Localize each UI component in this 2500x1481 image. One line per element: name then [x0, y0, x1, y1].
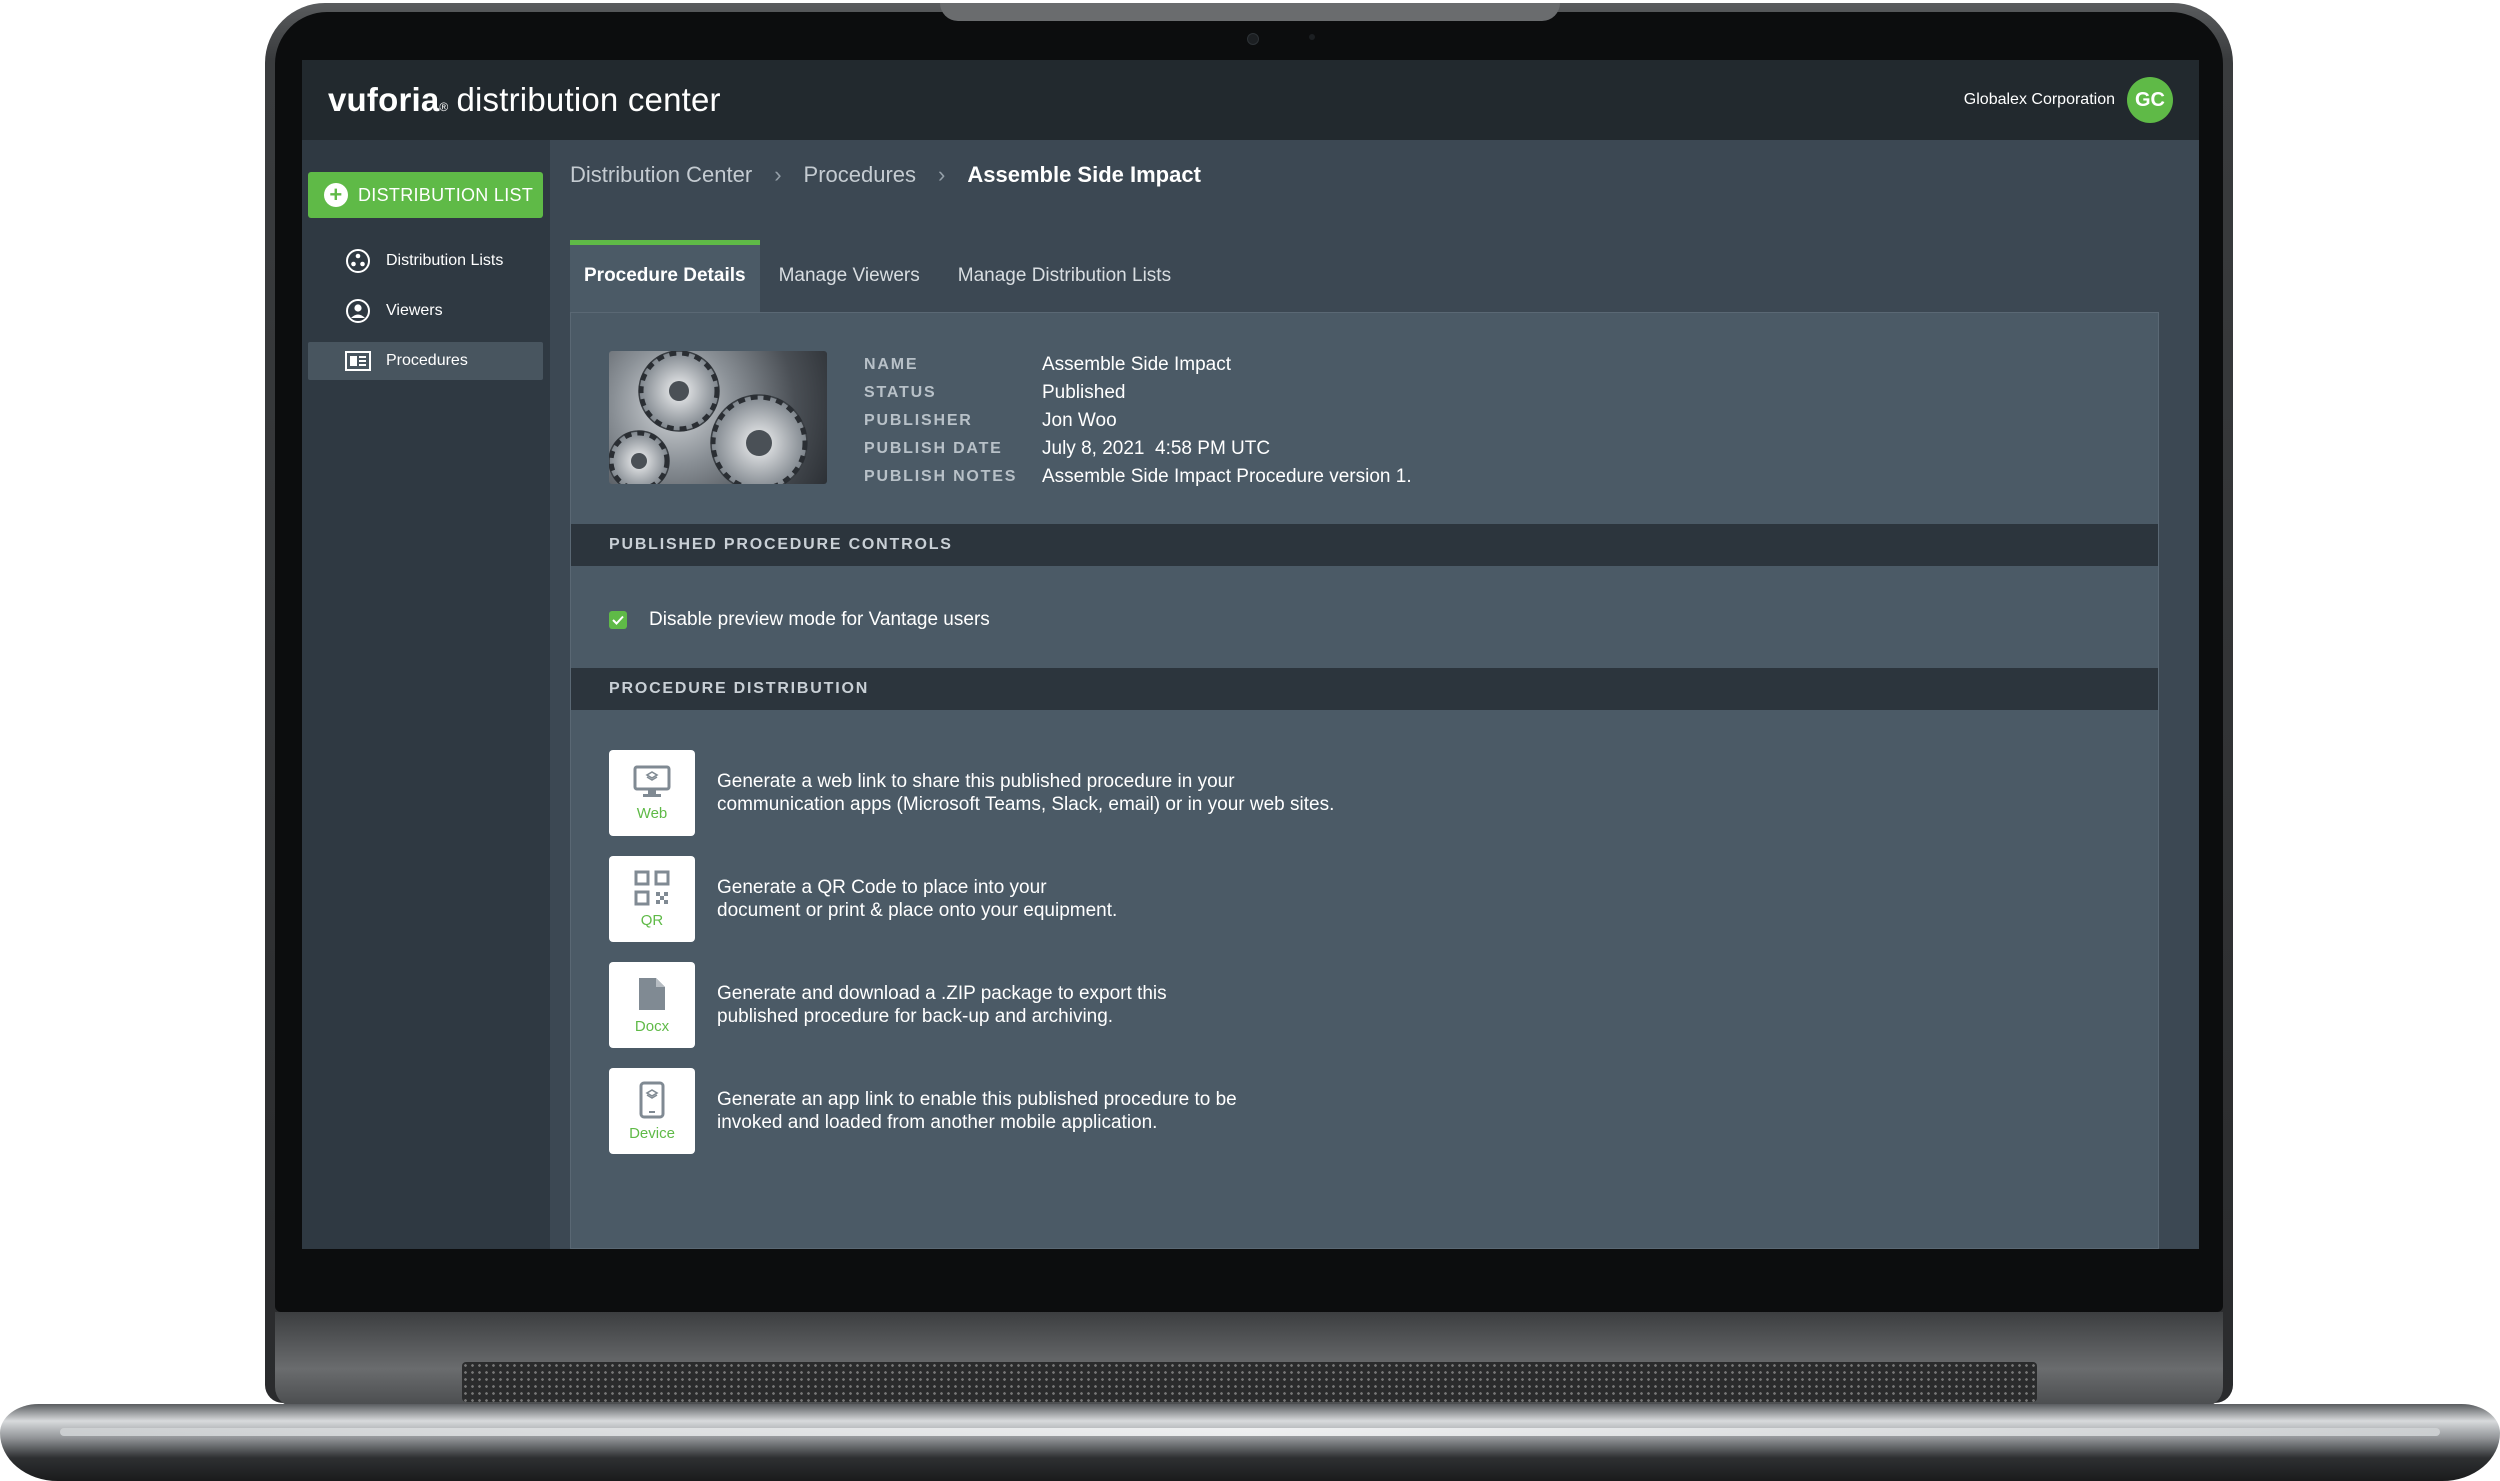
sidebar-item-label: Procedures [386, 352, 468, 369]
laptop-base [0, 1404, 2500, 1481]
brand-registered-mark: ® [439, 100, 449, 114]
account-menu[interactable]: Globalex Corporation GC [1964, 77, 2173, 123]
sidebar-item-viewers[interactable]: Viewers [308, 292, 543, 330]
speaker-grille [462, 1362, 2037, 1402]
sidebar-item-label: Distribution Lists [386, 252, 504, 269]
qr-label: QR [640, 911, 664, 929]
avatar[interactable]: GC [2127, 77, 2173, 123]
publisher-value: Jon Woo [1042, 410, 1117, 431]
breadcrumb: Distribution Center › Procedures › Assem… [570, 162, 1201, 188]
brand-logo[interactable]: vuforia ® distribution center [328, 81, 721, 119]
sidebar-nav: Distribution Lists Viewers Procedures [308, 242, 543, 392]
distribution-lists-icon [344, 247, 372, 275]
qr-code-icon [634, 870, 670, 905]
web-description: Generate a web link to share this publis… [717, 770, 1334, 816]
name-label: NAME [864, 356, 919, 373]
publish-date-value: July 8, 2021 4:58 PM UTC [1042, 438, 1271, 459]
plus-icon: + [324, 183, 348, 207]
publish-notes-value: Assemble Side Impact Procedure version 1… [1042, 466, 1412, 487]
info-row-name: NAME Assemble Side Impact [864, 351, 1412, 379]
chevron-right-icon: › [938, 162, 946, 187]
checkmark-icon [612, 615, 624, 625]
sidebar-item-label: Viewers [386, 302, 443, 319]
status-value: Published [1042, 382, 1126, 403]
viewer-icon [344, 297, 372, 325]
breadcrumb-procedures[interactable]: Procedures [804, 162, 917, 188]
published-procedure-controls-header: PUBLISHED PROCEDURE CONTROLS [571, 524, 2158, 566]
mobile-device-icon [639, 1081, 665, 1118]
app-screen: vuforia ® distribution center Globalex Co… [302, 60, 2199, 1249]
distribution-option-qr: QR Generate a QR Code to place into your… [609, 856, 1334, 942]
procedure-thumbnail [609, 351, 827, 484]
device-description: Generate an app link to enable this publ… [717, 1088, 1237, 1134]
sidebar-item-procedures[interactable]: Procedures [308, 342, 543, 380]
tab-manage-distribution-lists[interactable]: Manage Distribution Lists [939, 240, 1190, 312]
sensor-icon [1309, 34, 1315, 40]
docx-description-line: Generate and download a .ZIP package to … [717, 983, 1167, 1004]
breadcrumb-distribution-center[interactable]: Distribution Center [570, 162, 752, 188]
publisher-label: PUBLISHER [864, 412, 973, 429]
laptop-base-lip [60, 1428, 2440, 1436]
name-value: Assemble Side Impact [1042, 354, 1232, 375]
distribution-option-docx: Docx Generate and download a .ZIP packag… [609, 962, 1334, 1048]
add-distribution-list-button[interactable]: + DISTRIBUTION LIST [308, 172, 543, 218]
top-bar: vuforia ® distribution center Globalex Co… [302, 60, 2199, 140]
qr-description-line: document or print & place onto your equi… [717, 900, 1118, 921]
qr-description: Generate a QR Code to place into your do… [717, 876, 1117, 922]
chevron-right-icon: › [774, 162, 782, 187]
procedure-distribution-header: PROCEDURE DISTRIBUTION [571, 668, 2158, 710]
web-link-button[interactable]: Web [609, 750, 695, 836]
qr-code-button[interactable]: QR [609, 856, 695, 942]
device-description-line: invoked and loaded from another mobile a… [717, 1112, 1158, 1133]
status-label: STATUS [864, 384, 937, 401]
distribution-option-web: Web Generate a web link to share this pu… [609, 750, 1334, 836]
breadcrumb-current: Assemble Side Impact [967, 162, 1201, 187]
org-name: Globalex Corporation [1963, 91, 2115, 108]
laptop-notch [940, 3, 1560, 21]
qr-description-line: Generate a QR Code to place into your [717, 877, 1047, 898]
brand-name: vuforia [328, 81, 440, 118]
info-row-status: STATUS Published [864, 379, 1412, 407]
sidebar: + DISTRIBUTION LIST Distribution Lists V… [302, 140, 550, 1249]
disable-preview-checkbox[interactable] [609, 611, 627, 629]
procedure-info: NAME Assemble Side Impact STATUS Publish… [864, 351, 1412, 491]
docx-description-line: published procedure for back-up and arch… [717, 1006, 1114, 1027]
disable-preview-label: Disable preview mode for Vantage users [649, 609, 990, 630]
brand-product: distribution center [456, 81, 721, 118]
distribution-option-device: Device Generate an app link to enable th… [609, 1068, 1334, 1154]
document-icon [639, 977, 665, 1010]
tab-manage-viewers[interactable]: Manage Viewers [760, 240, 939, 312]
web-description-line: Generate a web link to share this publis… [717, 771, 1235, 792]
tab-bar: Procedure Details Manage Viewers Manage … [570, 240, 1190, 312]
procedure-details-panel: NAME Assemble Side Impact STATUS Publish… [570, 312, 2159, 1249]
tab-procedure-details[interactable]: Procedure Details [570, 240, 760, 312]
info-row-publish-notes: PUBLISH NOTES Assemble Side Impact Proce… [864, 463, 1412, 491]
web-monitor-icon [633, 765, 671, 797]
info-row-publish-date: PUBLISH DATE July 8, 2021 4:58 PM UTC [864, 435, 1412, 463]
publish-date-label: PUBLISH DATE [864, 440, 1003, 457]
docx-description: Generate and download a .ZIP package to … [717, 982, 1167, 1028]
disable-preview-option: Disable preview mode for Vantage users [609, 609, 990, 631]
docx-label: Docx [634, 1017, 670, 1035]
publish-notes-label: PUBLISH NOTES [864, 468, 1018, 485]
sidebar-item-distribution-lists[interactable]: Distribution Lists [308, 242, 543, 280]
gears-image [609, 351, 808, 484]
device-description-line: Generate an app link to enable this publ… [717, 1089, 1237, 1110]
procedures-icon [344, 347, 372, 375]
distribution-options: Web Generate a web link to share this pu… [609, 750, 1334, 1174]
add-distribution-list-label: DISTRIBUTION LIST [358, 184, 534, 205]
camera-icon [1247, 33, 1259, 45]
docx-package-button[interactable]: Docx [609, 962, 695, 1048]
web-description-line: communication apps (Microsoft Teams, Sla… [717, 794, 1335, 815]
device-link-button[interactable]: Device [609, 1068, 695, 1154]
info-row-publisher: PUBLISHER Jon Woo [864, 407, 1412, 435]
device-label: Device [629, 1124, 675, 1142]
web-label: Web [636, 804, 668, 822]
main-content: Distribution Center › Procedures › Assem… [550, 140, 2199, 1249]
